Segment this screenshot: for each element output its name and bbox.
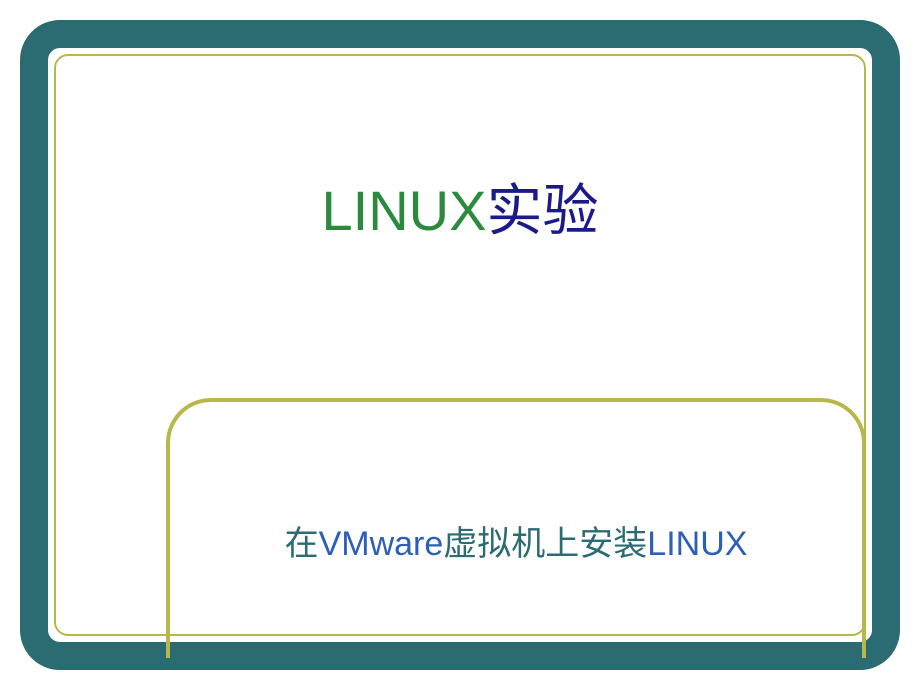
subtitle-cn2: 虚拟机上安装	[443, 526, 647, 563]
slide-title: LINUX实验	[56, 166, 864, 247]
title-cn: 实验	[486, 181, 598, 243]
slide-subtitle: 在VMware虚拟机上安装LINUX	[285, 516, 748, 565]
title-en: LINUX	[322, 179, 487, 242]
title-area: LINUX实验	[56, 166, 864, 247]
subtitle-en1: VMware	[319, 525, 444, 563]
subtitle-box: 在VMware虚拟机上安装LINUX	[166, 398, 866, 658]
slide-outer-frame: LINUX实验 在VMware虚拟机上安装LINUX	[20, 20, 900, 670]
slide-inner-border: LINUX实验 在VMware虚拟机上安装LINUX	[54, 54, 866, 636]
subtitle-en2: LINUX	[647, 525, 747, 563]
subtitle-cn1: 在	[285, 526, 319, 563]
